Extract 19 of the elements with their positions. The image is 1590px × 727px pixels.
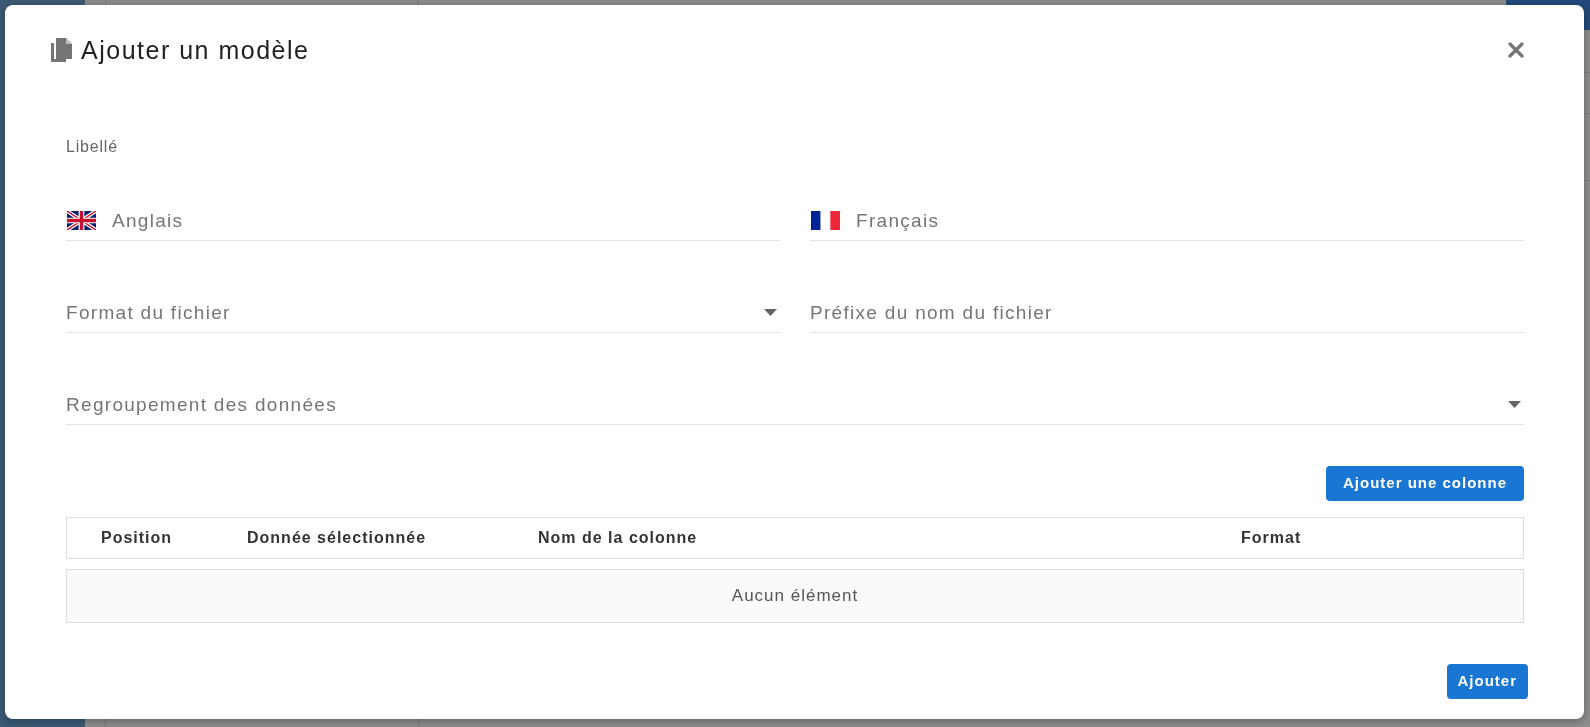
column-header: Nom de la colonne	[538, 528, 698, 548]
dropdown-caret-icon	[764, 309, 777, 316]
section-label: Libellé	[66, 138, 118, 156]
france-flag-icon	[811, 211, 840, 230]
column-header: Format	[1241, 528, 1302, 548]
uk-flag-icon	[67, 211, 96, 230]
documents-icon	[51, 38, 72, 62]
add-button[interactable]: Ajouter	[1446, 664, 1528, 699]
close-button[interactable]	[1508, 42, 1524, 58]
dialog-title: Ajouter un modèle	[81, 35, 310, 65]
dropdown-field[interactable]: Regroupement des données	[66, 385, 1524, 425]
text-field[interactable]: Préfixe du nom du fichier	[810, 293, 1524, 333]
add-column-button[interactable]: Ajouter une colonne	[1326, 466, 1524, 501]
close-icon	[1508, 42, 1524, 58]
column-header: Position	[101, 528, 173, 548]
empty-message: Aucun élément	[731, 585, 859, 608]
column-header: Donnée sélectionnée	[247, 528, 427, 548]
dropdown-caret-icon	[1508, 401, 1521, 408]
dropdown-field[interactable]: Format du fichier	[66, 293, 780, 333]
